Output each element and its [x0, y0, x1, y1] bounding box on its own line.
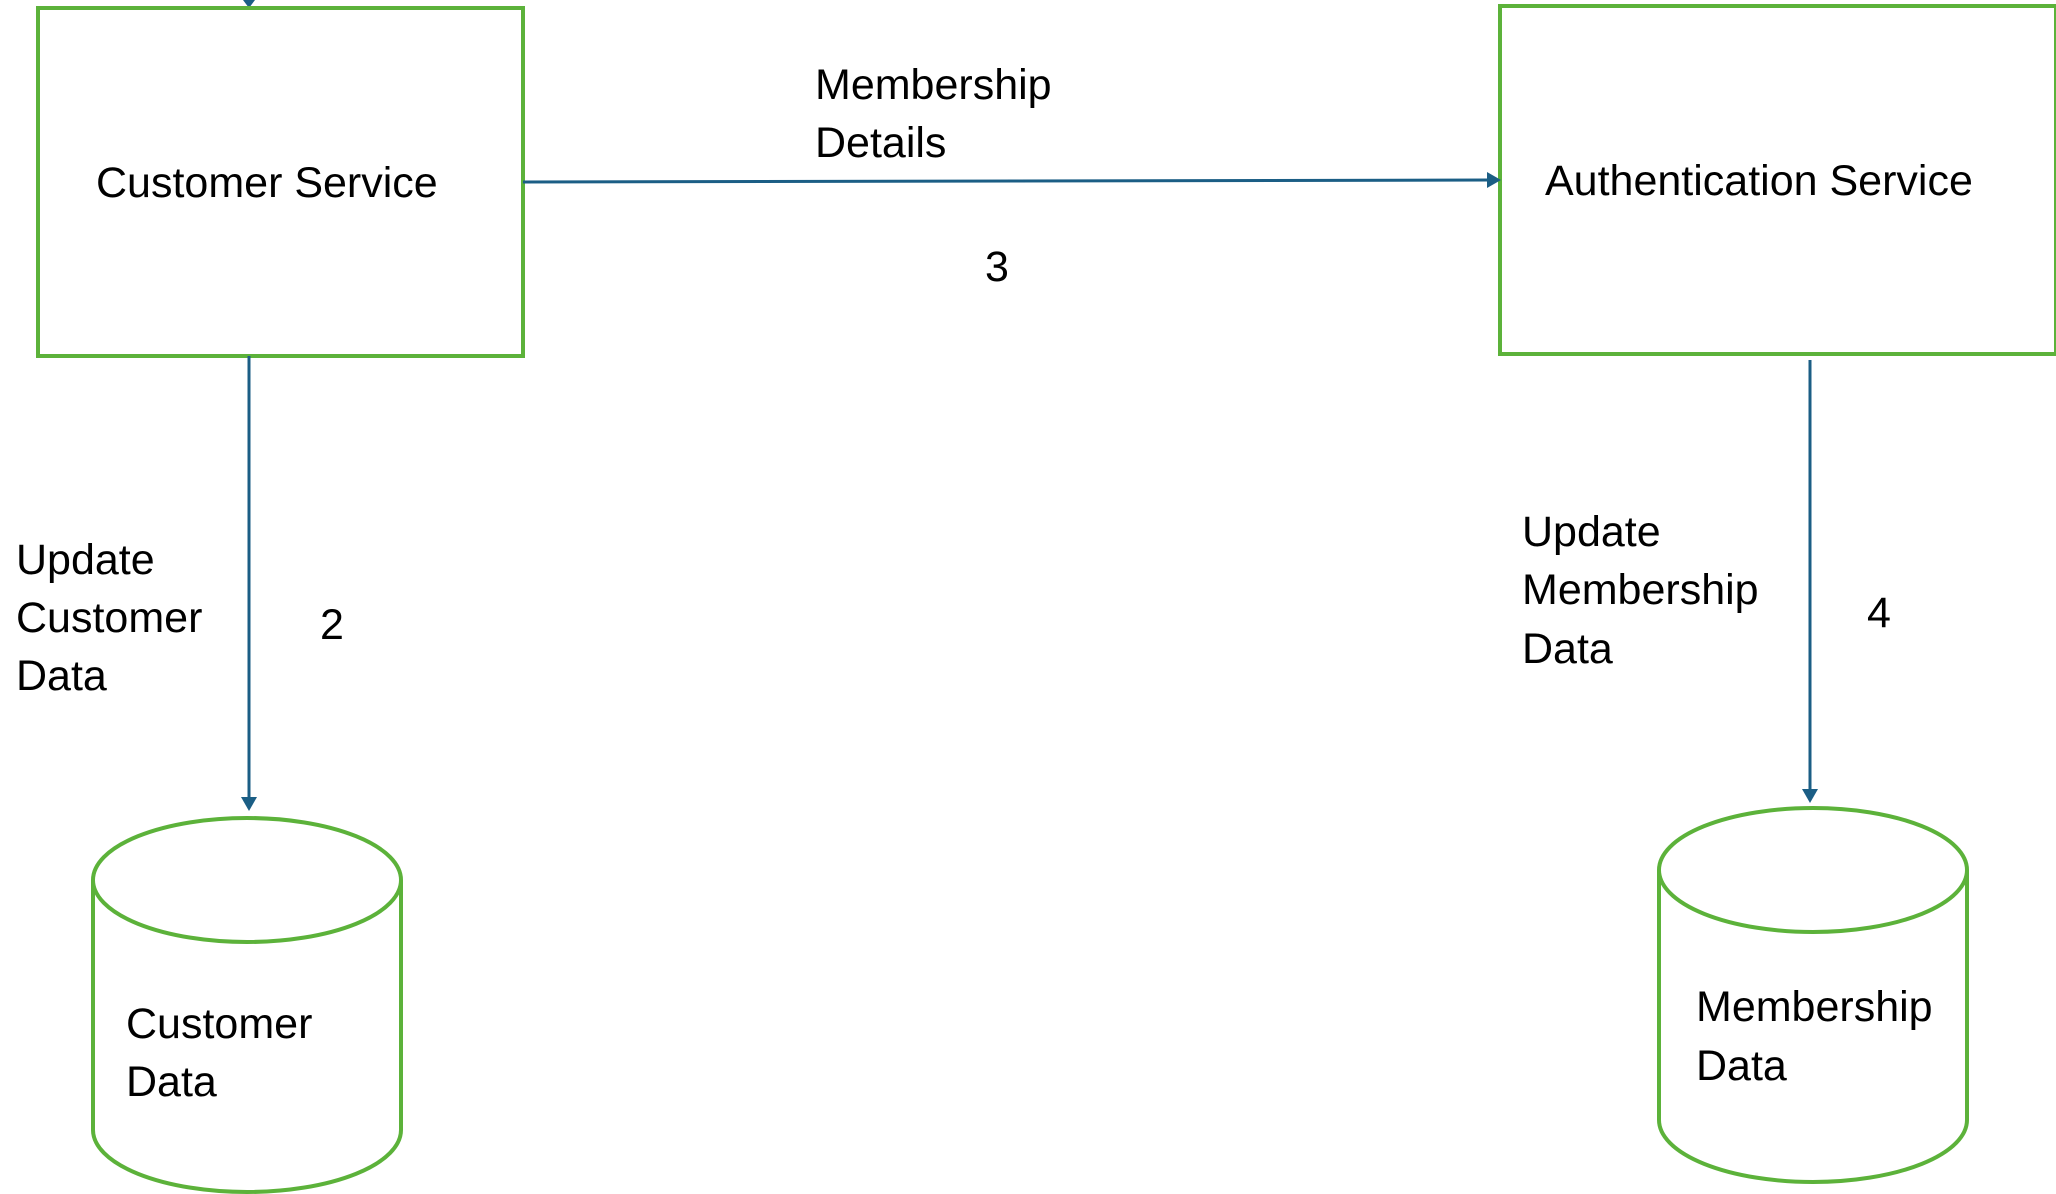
membership-details-label-line2: Details: [815, 119, 946, 167]
update-membership-data-label-line3: Data: [1522, 625, 1613, 673]
membership-data-store[interactable]: Membership Data: [1657, 806, 1969, 1184]
data-flow-diagram: Customer Service Authentication Service …: [16, 0, 2056, 1194]
membership-data-label-line2: Data: [1696, 1042, 1787, 1090]
customer-data-store[interactable]: Customer Data: [91, 816, 403, 1194]
customer-service-node[interactable]: Customer Service: [36, 6, 525, 358]
update-customer-data-label-line3: Data: [16, 652, 107, 700]
customer-service-label: Customer Service: [96, 159, 438, 207]
update-membership-data-label-line2: Membership: [1522, 566, 1759, 614]
authentication-service-node[interactable]: Authentication Service: [1498, 4, 2056, 356]
membership-details-arrow: [522, 172, 1501, 188]
step-3-label: 3: [985, 243, 1009, 291]
authentication-service-label: Authentication Service: [1545, 157, 1973, 205]
membership-data-label-line1: Membership: [1696, 983, 1933, 1031]
update-customer-data-label-line2: Customer: [16, 594, 202, 642]
update-customer-data-arrow: [241, 356, 257, 811]
customer-data-label-line1: Customer: [126, 1000, 312, 1048]
update-membership-data-label-line1: Update: [1522, 508, 1661, 556]
step-2-label: 2: [320, 601, 344, 649]
membership-details-label-line1: Membership: [815, 61, 1052, 109]
step-4-label: 4: [1867, 589, 1891, 637]
update-customer-data-label-line1: Update: [16, 536, 155, 584]
update-membership-data-arrow: [1802, 360, 1818, 803]
customer-data-label-line2: Data: [126, 1058, 217, 1106]
